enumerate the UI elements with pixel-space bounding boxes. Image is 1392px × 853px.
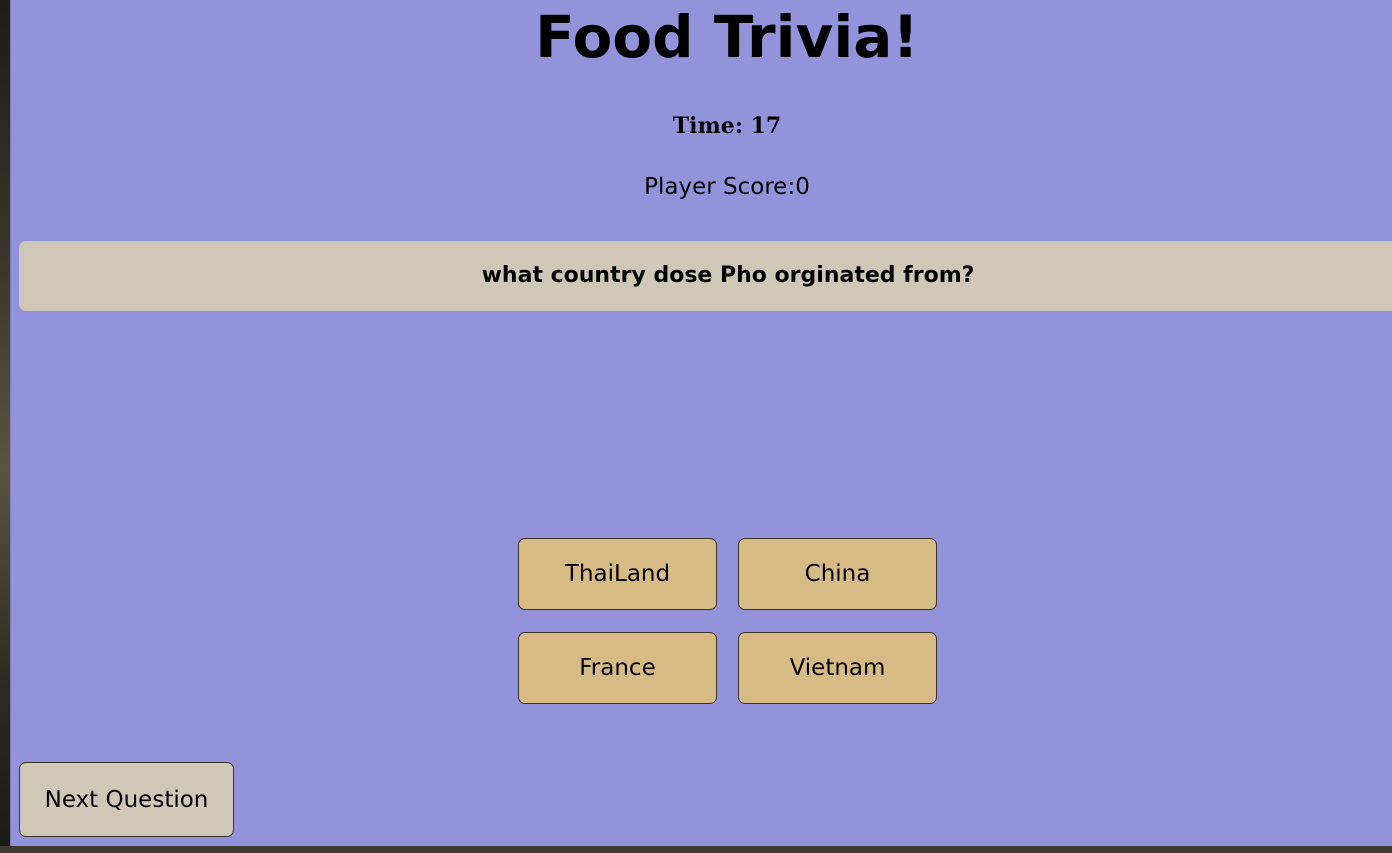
answer-button-china[interactable]: China — [738, 538, 937, 610]
trivia-page: Food Trivia! Time: 17 Player Score:0 wha… — [10, 0, 1392, 846]
answer-button-france[interactable]: France — [518, 632, 717, 704]
timer-display: Time: 17 — [672, 113, 782, 139]
desktop-background — [0, 0, 10, 853]
question-panel: what country dose Pho orginated from? — [19, 241, 1392, 311]
next-question-button[interactable]: Next Question — [19, 762, 234, 837]
window-bottom-edge — [0, 846, 1392, 853]
player-score: Player Score:0 — [644, 174, 810, 200]
answer-button-thailand[interactable]: ThaiLand — [518, 538, 717, 610]
page-title: Food Trivia! — [535, 3, 919, 71]
question-text: what country dose Pho orginated from? — [481, 263, 975, 288]
answer-button-vietnam[interactable]: Vietnam — [738, 632, 937, 704]
